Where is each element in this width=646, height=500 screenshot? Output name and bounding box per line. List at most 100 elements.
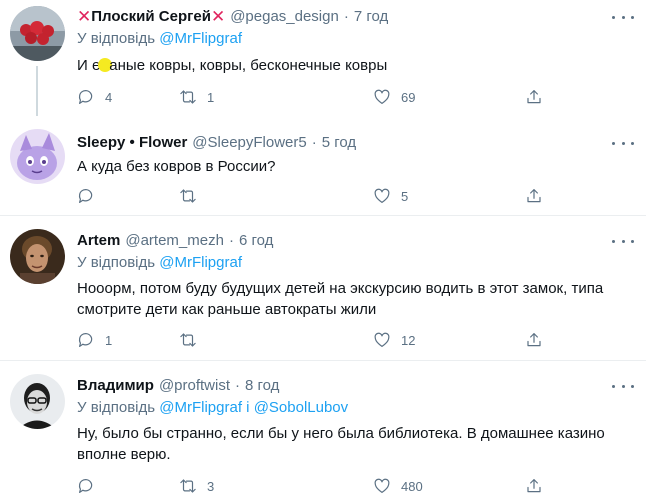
like-button[interactable]: 5 (373, 186, 408, 206)
reply-button[interactable]: 4 (77, 87, 112, 107)
like-button[interactable]: 69 (373, 87, 415, 107)
avatar-image (10, 374, 65, 429)
like-count: 5 (401, 188, 409, 204)
timestamp[interactable]: 5 год (322, 134, 356, 151)
more-icon[interactable] (612, 136, 634, 150)
tweet-header: Sleepy • Flower @SleepyFlower5 · 5 год (77, 132, 356, 152)
avatar-image (10, 6, 65, 61)
like-button[interactable]: 480 (373, 476, 423, 496)
separator-dot: · (343, 7, 349, 25)
like-icon (374, 89, 390, 104)
avatar-image (10, 229, 65, 284)
tweet-text: А куда без ковров в России? (77, 158, 276, 175)
reply-prefix: У відповідь (77, 30, 156, 47)
tweet-actions: 3 480 (77, 476, 557, 496)
tweet-actions: 5 (77, 186, 557, 206)
retweet-icon (180, 90, 196, 104)
share-button[interactable] (525, 476, 543, 496)
tweet[interactable]: Владимир @proftwist · 8 год У відповідь … (0, 361, 646, 500)
retweet-button[interactable]: 3 (179, 476, 214, 496)
tweet-text: Нооорм, потом буду будущих детей на экск… (77, 280, 604, 318)
reply-joiner: і (246, 399, 250, 416)
user-handle[interactable]: @SleepyFlower5 (192, 134, 306, 151)
retweet-button[interactable]: 1 (179, 87, 214, 107)
separator-dot: · (228, 231, 234, 249)
thread-line (36, 66, 38, 116)
reply-icon (78, 479, 93, 493)
like-icon (374, 332, 390, 347)
reply-prefix: У відповідь (77, 399, 156, 416)
retweet-icon (180, 333, 196, 347)
separator-dot: · (311, 133, 317, 151)
display-name[interactable]: Владимир (77, 377, 154, 394)
retweet-button[interactable] (179, 330, 197, 350)
mention-link[interactable]: @SobolLubov (254, 399, 348, 416)
display-name[interactable]: Sleepy • Flower (77, 134, 187, 151)
retweet-icon (180, 479, 196, 493)
reply-prefix: У відповідь (77, 254, 156, 271)
reply-context: У відповідь @MrFlipgraf (77, 254, 242, 271)
close-x-icon: ✕ (210, 6, 226, 26)
reply-context: У відповідь @MrFlipgraf (77, 30, 242, 47)
timestamp[interactable]: 8 год (245, 377, 279, 394)
timestamp[interactable]: 6 год (239, 232, 273, 249)
tweet-text: Ну, было бы странно, если бы у него была… (77, 425, 605, 463)
tweet[interactable]: ✕ Плоский Сергей ✕ @pegas_design · 7 год У… (0, 0, 646, 116)
share-button[interactable] (525, 186, 543, 206)
share-icon (527, 90, 541, 104)
reply-count: 1 (105, 332, 113, 348)
retweet-count: 3 (207, 478, 215, 494)
mention-link[interactable]: @MrFlipgraf (159, 30, 242, 47)
avatar[interactable] (10, 6, 65, 61)
retweet-count: 1 (207, 89, 215, 105)
tweet-header: Владимир @proftwist · 8 год (77, 375, 279, 395)
reply-context: У відповідь @MrFlipgraf і @SobolLubov (77, 399, 348, 416)
avatar[interactable] (10, 229, 65, 284)
like-icon (374, 188, 390, 203)
mention-link[interactable]: @MrFlipgraf (159, 254, 242, 271)
avatar[interactable] (10, 374, 65, 429)
reply-count: 4 (105, 89, 113, 105)
user-handle[interactable]: @artem_mezh (125, 232, 224, 249)
share-icon (527, 479, 541, 493)
retweet-button[interactable] (179, 186, 197, 206)
avatar[interactable] (10, 129, 65, 184)
tweet[interactable]: Sleepy • Flower @SleepyFlower5 · 5 год А… (0, 116, 646, 215)
display-name[interactable]: ✕ Плоский Сергей ✕ (77, 8, 225, 25)
like-count: 12 (401, 332, 416, 348)
tweet-actions: 1 12 (77, 330, 557, 350)
reply-button[interactable] (77, 476, 95, 496)
share-icon (527, 189, 541, 203)
reply-button[interactable]: 1 (77, 330, 112, 350)
close-x-icon: ✕ (77, 6, 92, 26)
user-handle[interactable]: @proftwist (159, 377, 230, 394)
share-icon (527, 333, 541, 347)
mention-link[interactable]: @MrFlipgraf (159, 399, 242, 416)
tweet-text: И е аные ковры, ковры, бесконечные ковры (77, 55, 637, 76)
more-icon[interactable] (612, 10, 634, 24)
share-button[interactable] (525, 330, 543, 350)
reply-icon (78, 189, 93, 203)
tweet[interactable]: Artem @artem_mezh · 6 год У відповідь @M… (0, 216, 646, 360)
like-count: 480 (401, 478, 423, 494)
tweet-text-part: аные ковры, ковры, бесконечные ковры (109, 57, 388, 74)
reply-icon (78, 333, 93, 347)
tweet-header: Artem @artem_mezh · 6 год (77, 230, 273, 250)
tweet-text-part: И е (77, 57, 101, 74)
tweet-actions: 4 1 69 (77, 87, 557, 107)
like-button[interactable]: 12 (373, 330, 415, 350)
more-icon[interactable] (612, 379, 634, 393)
retweet-icon (180, 189, 196, 203)
share-button[interactable] (525, 87, 543, 107)
like-icon (374, 478, 390, 493)
more-icon[interactable] (612, 234, 634, 248)
user-handle[interactable]: @pegas_design (230, 8, 339, 25)
avatar-image (10, 129, 65, 184)
like-count: 69 (401, 89, 416, 105)
reply-button[interactable] (77, 186, 95, 206)
reply-icon (78, 90, 93, 104)
tweet-header: ✕ Плоский Сергей ✕ @pegas_design · 7 год (77, 6, 388, 26)
timestamp[interactable]: 7 год (354, 8, 388, 25)
display-name[interactable]: Artem (77, 232, 120, 249)
separator-dot: · (235, 376, 241, 394)
